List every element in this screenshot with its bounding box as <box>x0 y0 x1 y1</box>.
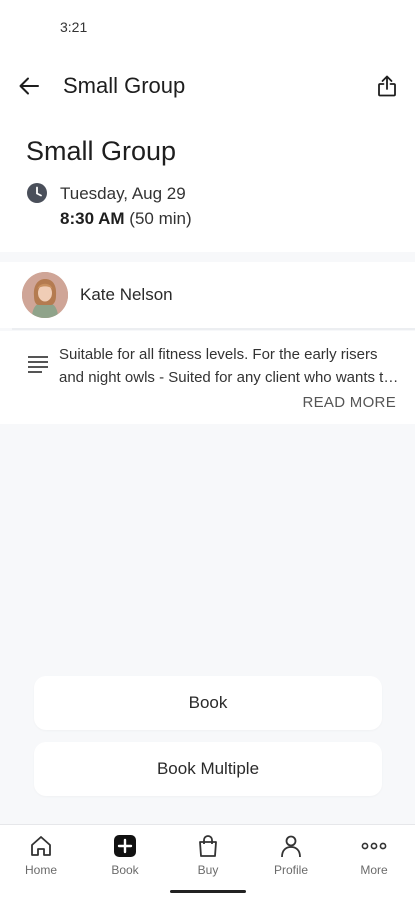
arrow-left-icon <box>19 77 39 95</box>
nav-item-more[interactable]: More <box>339 833 409 883</box>
description-section: Suitable for all fitness levels. For the… <box>0 331 415 424</box>
book-multiple-button[interactable]: Book Multiple <box>34 742 382 796</box>
status-bar-time: 3:21 <box>60 19 88 35</box>
divider <box>12 328 415 330</box>
nav-item-buy[interactable]: Buy <box>173 833 243 883</box>
screen: 3:21 Small Group Small Group Tuesday, Au… <box>0 0 415 900</box>
nav-label-profile: Profile <box>273 863 308 877</box>
clock-icon <box>27 183 47 203</box>
person-icon <box>278 833 304 859</box>
app-bar: Small Group <box>0 62 415 110</box>
read-more-link[interactable]: READ MORE <box>302 394 396 411</box>
book-button[interactable]: Book <box>34 676 382 730</box>
description-lines-icon <box>28 356 48 373</box>
back-button[interactable] <box>14 72 44 100</box>
plus-square-icon <box>112 833 138 859</box>
nav-label-buy: Buy <box>197 863 219 877</box>
bottom-nav: Home Book Buy Profile More <box>0 824 415 900</box>
nav-label-book: Book <box>111 863 139 877</box>
class-time: 8:30 AM <box>60 209 125 228</box>
share-icon <box>378 75 396 97</box>
class-title: Small Group <box>26 136 177 166</box>
home-icon <box>28 833 54 859</box>
header-section: 3:21 Small Group Small Group Tuesday, Au… <box>0 0 415 252</box>
nav-label-more: More <box>360 863 388 877</box>
description-text: Suitable for all fitness levels. For the… <box>59 346 392 386</box>
class-time-line: 8:30 AM (50 min) <box>60 209 192 229</box>
avatar <box>22 272 68 318</box>
nav-item-home[interactable]: Home <box>6 833 76 883</box>
nav-label-home: Home <box>24 863 57 877</box>
class-date: Tuesday, Aug 29 <box>60 184 186 203</box>
share-button[interactable] <box>373 72 401 100</box>
instructor-row[interactable]: Kate Nelson <box>0 262 415 328</box>
class-duration: (50 min) <box>129 209 192 228</box>
home-indicator <box>170 890 246 893</box>
instructor-name: Kate Nelson <box>80 285 173 304</box>
shopping-bag-icon <box>195 833 221 859</box>
more-dots-icon <box>361 833 387 859</box>
app-bar-title: Small Group <box>63 73 186 98</box>
nav-item-book[interactable]: Book <box>90 833 160 883</box>
nav-item-profile[interactable]: Profile <box>256 833 326 883</box>
